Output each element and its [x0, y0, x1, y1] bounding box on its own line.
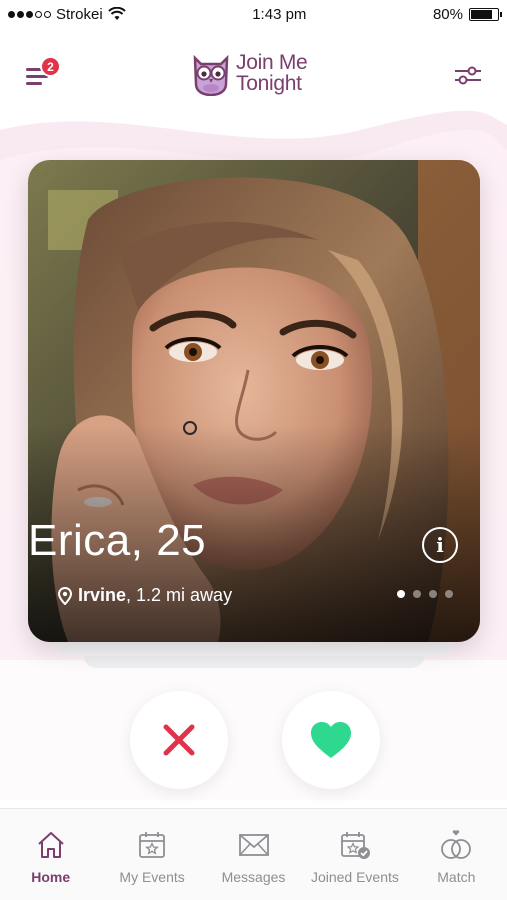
envelope-icon: [238, 834, 269, 856]
tab-match[interactable]: Match: [406, 809, 507, 900]
location-pin-icon: [58, 586, 72, 605]
photo-dot[interactable]: [445, 590, 453, 598]
logo-line-2: Tonight: [236, 72, 302, 95]
tab-match-label: Match: [437, 869, 476, 885]
profile-name-age: Erica, 25: [28, 516, 207, 565]
profile-card[interactable]: [28, 160, 480, 642]
calendar-check-icon: [341, 832, 370, 859]
photo-pagination: [397, 590, 453, 598]
notification-badge: 2: [40, 56, 61, 77]
heart-icon: [311, 722, 351, 758]
tab-home[interactable]: Home: [0, 809, 101, 900]
status-bar: Strokei 1:43 pm 80%: [0, 0, 507, 28]
status-right: 80%: [432, 5, 502, 23]
calendar-star-icon: [139, 832, 166, 858]
photo-dot[interactable]: [413, 590, 421, 598]
info-button[interactable]: i: [422, 527, 458, 563]
battery-percent: 80%: [432, 5, 463, 23]
photo-dot[interactable]: [429, 590, 437, 598]
app-logo: Join Me Tonight: [190, 50, 308, 96]
tab-bar: Home My Events Messages Joined Events Ma…: [0, 808, 507, 900]
tab-messages[interactable]: Messages: [203, 809, 304, 900]
home-icon: [38, 832, 64, 858]
tab-my-events[interactable]: My Events: [101, 809, 202, 900]
profile-city: Irvine: [78, 585, 127, 605]
app-header: 2 Join Me Tonight: [0, 36, 507, 114]
profile-location: Irvine, 1.2 mi away: [58, 585, 232, 606]
tab-joined-events[interactable]: Joined Events: [304, 809, 405, 900]
signal-strength-icon: [8, 10, 51, 18]
battery-icon: [468, 7, 502, 21]
photo-dot[interactable]: [397, 590, 405, 598]
carrier-name: Strokei: [56, 5, 103, 23]
rings-icon: [441, 830, 472, 859]
logo-text: Join Me Tonight: [236, 51, 308, 95]
profile-photo: [28, 160, 480, 642]
filter-sliders-icon[interactable]: [453, 64, 483, 86]
like-button[interactable]: [282, 691, 380, 789]
wifi-icon: [107, 7, 126, 20]
status-time: 1:43 pm: [252, 5, 307, 23]
logo-line-1: Join Me: [236, 51, 308, 74]
nope-button[interactable]: [130, 691, 228, 789]
x-icon: [163, 724, 195, 756]
status-left: Strokei: [8, 6, 126, 23]
menu-button[interactable]: 2: [26, 56, 61, 86]
tab-home-label: Home: [31, 869, 71, 885]
tab-my-events-label: My Events: [119, 869, 185, 885]
tab-messages-label: Messages: [221, 869, 286, 885]
tab-joined-events-label: Joined Events: [310, 869, 399, 885]
info-icon: i: [436, 533, 444, 557]
profile-distance: , 1.2 mi away: [126, 585, 233, 605]
owl-logo-icon: [193, 54, 229, 96]
